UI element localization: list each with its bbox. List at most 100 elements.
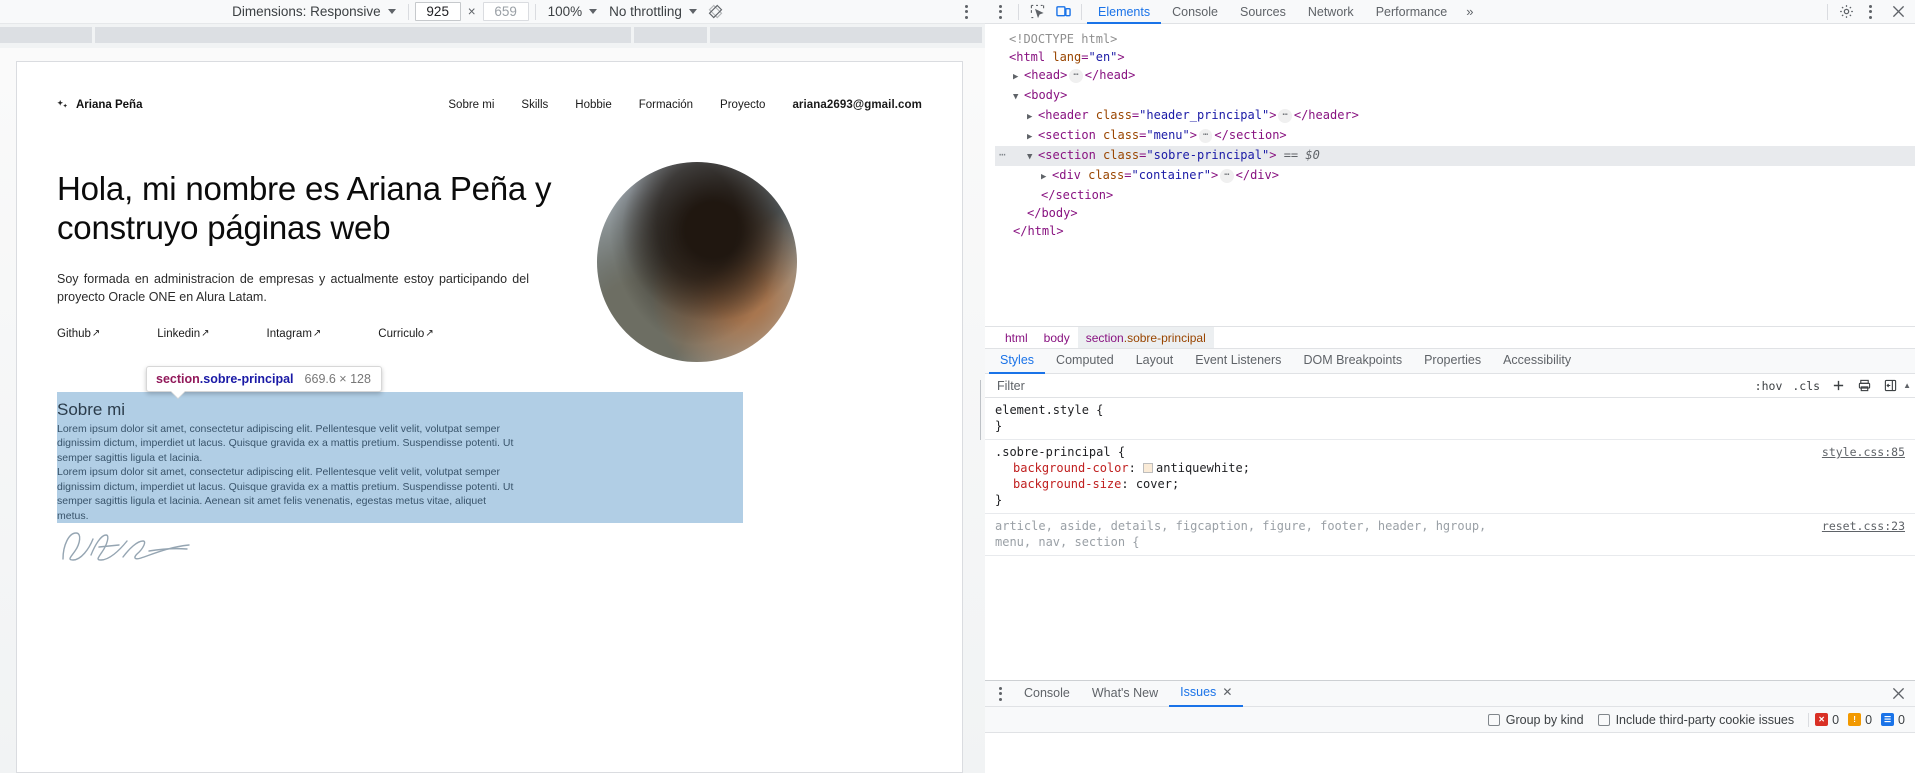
tab-network[interactable]: Network: [1297, 0, 1365, 24]
collapsed-content-icon[interactable]: ⋯: [1069, 69, 1083, 83]
zoom-dropdown[interactable]: 100%: [542, 1, 604, 23]
collapse-triangle-icon[interactable]: [1013, 88, 1024, 106]
toggle-sidebar-icon[interactable]: [1877, 375, 1903, 397]
selected-node-marker: == $0: [1283, 148, 1320, 162]
dimensions-dropdown[interactable]: Dimensions: Responsive: [226, 1, 402, 23]
hov-toggle-button[interactable]: :hov: [1750, 379, 1788, 393]
signature-image: [57, 529, 199, 563]
tab-properties[interactable]: Properties: [1413, 348, 1492, 374]
tab-computed[interactable]: Computed: [1045, 348, 1125, 374]
rule-source-link[interactable]: reset.css:23: [1822, 518, 1905, 534]
toolbar-divider-2: [534, 3, 536, 20]
sobre-principal-section[interactable]: Sobre mi Lorem ipsum dolor sit amet, con…: [57, 392, 743, 562]
plus-icon[interactable]: [1825, 375, 1851, 397]
device-toolbar-icon[interactable]: [1050, 1, 1076, 23]
collapsed-content-icon[interactable]: ⋯: [1198, 129, 1213, 143]
expand-triangle-icon[interactable]: [1041, 168, 1052, 186]
info-counter[interactable]: ☰ 0: [1881, 713, 1905, 727]
drawer-close-icon[interactable]: [1885, 683, 1911, 705]
tab-styles[interactable]: Styles: [989, 348, 1046, 374]
warning-counter[interactable]: ! 0: [1848, 713, 1872, 727]
tab-performance[interactable]: Performance: [1365, 0, 1459, 24]
node-badge-dots-icon[interactable]: ⋯: [999, 146, 1007, 164]
social-link-instagram[interactable]: Intagram ↗: [267, 328, 322, 340]
drawer-more-options-icon[interactable]: [989, 683, 1011, 705]
dom-node-html-close[interactable]: </html>: [995, 222, 1915, 240]
tab-sources[interactable]: Sources: [1229, 0, 1297, 24]
expand-triangle-icon[interactable]: [1027, 108, 1038, 126]
more-tabs-icon[interactable]: »: [1458, 4, 1480, 19]
rotate-icon[interactable]: [703, 1, 729, 23]
expand-triangle-icon[interactable]: [1013, 68, 1024, 86]
viewport-height-input[interactable]: [482, 2, 529, 21]
nav-link-formacion[interactable]: Formación: [639, 99, 693, 111]
viewport-width-input[interactable]: [414, 2, 461, 21]
css-rule-reset[interactable]: article, aside, details, figcaption, fig…: [985, 514, 1915, 556]
css-declaration-background-color[interactable]: background-color: antiquewhite;: [995, 460, 1905, 476]
color-swatch-icon[interactable]: [1143, 463, 1154, 473]
social-link-curriculo[interactable]: Curriculo ↗: [378, 328, 433, 340]
rule-source-link[interactable]: style.css:85: [1822, 444, 1905, 460]
dom-node-doctype[interactable]: <!DOCTYPE html>: [995, 30, 1915, 48]
tab-elements[interactable]: Elements: [1087, 0, 1162, 24]
breadcrumb-item-html[interactable]: html: [997, 327, 1036, 349]
devtools-more-options-icon[interactable]: [1859, 1, 1881, 23]
checkbox-icon[interactable]: [1597, 713, 1610, 726]
breadcrumb-item-section-sobre-principal[interactable]: section.sobre-principal: [1077, 326, 1214, 349]
checkbox-icon[interactable]: [1487, 713, 1500, 726]
dom-node-section-sobre-principal[interactable]: ⋯ <section class="sobre-principal"> == $…: [995, 146, 1915, 166]
drawer-tab-whats-new[interactable]: What's New: [1081, 681, 1169, 707]
nav-link-email[interactable]: ariana2693@gmail.com: [792, 99, 922, 111]
dom-node-body[interactable]: <body>: [995, 86, 1915, 106]
close-icon[interactable]: [1885, 1, 1911, 23]
gear-icon[interactable]: [1833, 1, 1859, 23]
error-counter[interactable]: ✕ 0: [1815, 713, 1839, 727]
hero-paragraph: Soy formada en administracion de empresa…: [57, 271, 529, 304]
third-party-cookies-checkbox[interactable]: Include third-party cookie issues: [1597, 713, 1794, 727]
dom-node-section-menu[interactable]: <section class="menu">⋯</section>: [995, 126, 1915, 146]
dom-node-html[interactable]: <html lang="en">: [995, 48, 1915, 66]
dom-node-section-close[interactable]: </section>: [995, 186, 1915, 204]
chevron-down-icon: [387, 9, 396, 14]
tab-event-listeners[interactable]: Event Listeners: [1184, 348, 1292, 374]
drawer-tab-console[interactable]: Console: [1013, 681, 1081, 707]
collapsed-content-icon[interactable]: ⋯: [1220, 169, 1234, 183]
css-rule-element-style[interactable]: element.style { }: [985, 398, 1915, 440]
css-declaration-background-size[interactable]: background-size: cover;: [995, 476, 1905, 492]
inspect-element-icon[interactable]: [1024, 1, 1050, 23]
dom-node-div-container[interactable]: <div class="container">⋯</div>: [995, 166, 1915, 186]
collapsed-content-icon[interactable]: ⋯: [1278, 109, 1292, 123]
devtools-left-more-icon[interactable]: [989, 1, 1011, 23]
brand-logo[interactable]: Ariana Peña: [57, 99, 142, 111]
expand-triangle-icon[interactable]: [1027, 128, 1038, 146]
device-toolbar-more-options[interactable]: [955, 1, 977, 23]
nav-link-skills[interactable]: Skills: [521, 99, 548, 111]
tab-accessibility[interactable]: Accessibility: [1492, 348, 1582, 374]
tab-layout[interactable]: Layout: [1125, 348, 1185, 374]
collapse-triangle-icon[interactable]: [1027, 148, 1038, 166]
nav-link-hobbie[interactable]: Hobbie: [575, 99, 611, 111]
social-link-github[interactable]: Github ↗: [57, 328, 100, 340]
dom-node-body-close[interactable]: </body>: [995, 204, 1915, 222]
tab-console[interactable]: Console: [1161, 0, 1229, 24]
drawer-tab-close-icon[interactable]: ✕: [1222, 680, 1232, 705]
cls-toggle-button[interactable]: .cls: [1787, 379, 1825, 393]
group-by-kind-checkbox[interactable]: Group by kind: [1487, 712, 1584, 727]
dom-node-header[interactable]: <header class="header_principal">⋯</head…: [995, 106, 1915, 126]
css-rule-sobre-principal[interactable]: .sobre-principal { style.css:85 backgrou…: [985, 440, 1915, 514]
css-rules-list: element.style { } .sobre-principal { sty…: [985, 398, 1915, 680]
breadcrumb-item-body[interactable]: body: [1036, 327, 1078, 349]
dom-tree[interactable]: <!DOCTYPE html> <html lang="en"> <head>⋯…: [985, 24, 1915, 326]
dom-node-head[interactable]: <head>⋯</head>: [995, 66, 1915, 86]
styles-scroll-up-icon[interactable]: ▲: [1903, 381, 1911, 390]
drawer-tab-issues[interactable]: Issues ✕: [1169, 680, 1244, 707]
social-link-linkedin[interactable]: Linkedin ↗: [157, 328, 209, 340]
styles-filter-input[interactable]: [995, 377, 1750, 394]
profile-photo: [597, 162, 797, 362]
nav-link-sobre-mi[interactable]: Sobre mi: [448, 99, 494, 111]
print-media-icon[interactable]: [1851, 375, 1877, 397]
group-by-kind-label: Group by kind: [1505, 712, 1584, 727]
tab-dom-breakpoints[interactable]: DOM Breakpoints: [1292, 348, 1413, 374]
throttling-dropdown[interactable]: No throttling: [603, 1, 703, 23]
nav-link-proyecto[interactable]: Proyecto: [720, 99, 765, 111]
